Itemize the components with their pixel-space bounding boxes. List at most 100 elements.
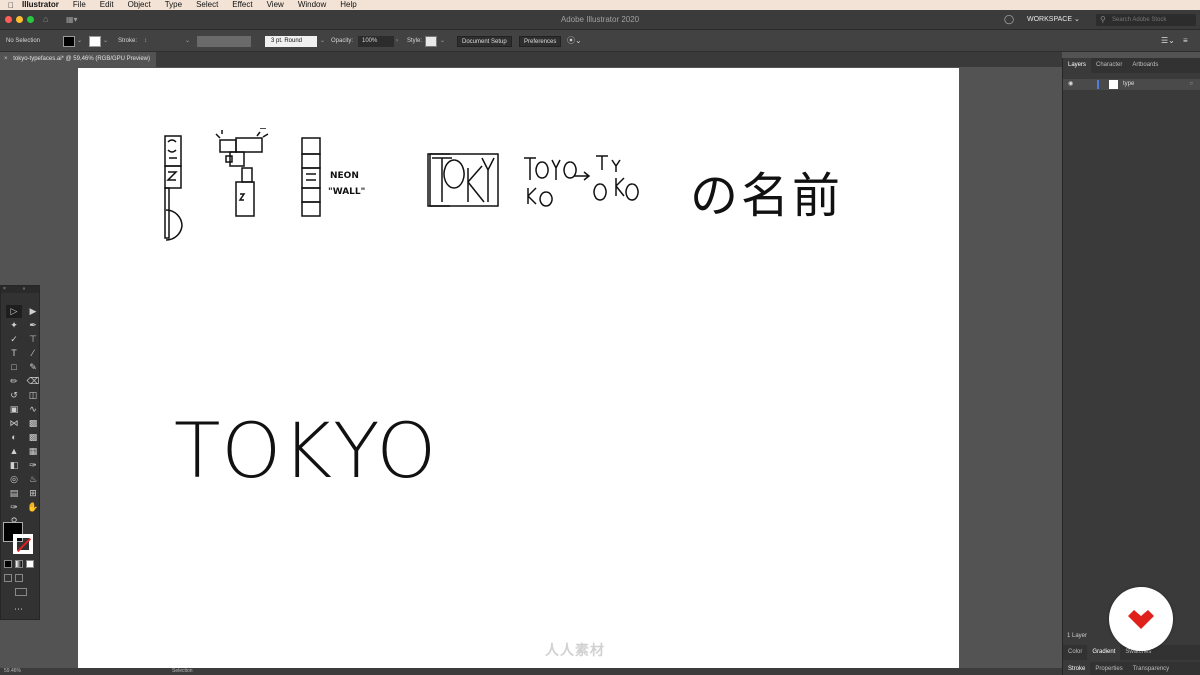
visibility-eye-icon[interactable]: ◉: [1068, 79, 1073, 90]
document-tab[interactable]: × tokyo-typefaces.ai* @ 59,46% (RGB/GPU …: [0, 52, 156, 67]
menu-select[interactable]: Select: [196, 0, 218, 10]
lightbulb-icon[interactable]: ◯: [1004, 14, 1014, 25]
pen-tool-icon[interactable]: ✒: [25, 319, 41, 332]
gradient-tool-icon[interactable]: ◧: [6, 459, 22, 472]
mesh-tool-icon[interactable]: ▦: [25, 445, 41, 458]
menu-effect[interactable]: Effect: [232, 0, 252, 10]
graph-tool-icon[interactable]: ▤: [6, 487, 22, 500]
slice-tool-icon[interactable]: ✑: [6, 501, 22, 514]
tokyo-text[interactable]: TOKYO: [174, 406, 437, 495]
type-on-path-tool-icon[interactable]: ⊤: [25, 333, 41, 346]
layer-count: 1 Layer: [1067, 633, 1088, 639]
stock-search-input[interactable]: ⚲ Search Adobe Stock: [1096, 14, 1196, 26]
symbol-sprayer-tool-icon[interactable]: ♨: [25, 473, 41, 486]
window-title: Adobe Illustrator 2020: [560, 15, 640, 24]
eraser-tool-icon[interactable]: ⌫: [25, 375, 41, 388]
menu-file[interactable]: File: [73, 0, 86, 10]
select-similar-icon[interactable]: ⦿⌄: [567, 30, 582, 52]
reflect-tool-icon[interactable]: ◫: [25, 389, 41, 402]
tab-properties[interactable]: Properties: [1090, 662, 1127, 675]
variable-width-field[interactable]: [197, 36, 251, 47]
magic-wand-tool-icon[interactable]: ✦: [6, 319, 22, 332]
draw-normal-button[interactable]: [4, 574, 12, 582]
menu-app-name[interactable]: Illustrator: [22, 0, 59, 10]
stroke-weight-dropdown-icon[interactable]: ⌄: [185, 30, 190, 52]
draw-behind-button[interactable]: [15, 574, 23, 582]
sketch-neon-label: NEON: [330, 171, 359, 181]
tab-layers[interactable]: Layers: [1063, 58, 1092, 73]
stroke-panel-tabs: Stroke Properties Transparency: [1063, 662, 1200, 675]
menu-help[interactable]: Help: [340, 0, 356, 10]
stroke-swatch[interactable]: [89, 36, 101, 47]
sketch-wall-label: "WALL": [328, 187, 365, 197]
zoom-level[interactable]: 59.46%: [4, 668, 21, 675]
scale-tool-icon[interactable]: ▣: [6, 403, 22, 416]
tab-transparency[interactable]: Transparency: [1128, 662, 1174, 675]
opacity-arrow-icon[interactable]: ›: [396, 30, 398, 52]
panel-menu-icon[interactable]: ≡: [1183, 30, 1188, 52]
stroke-color-box[interactable]: [13, 534, 33, 554]
perspective-grid-tool-icon[interactable]: ▲: [6, 445, 22, 458]
graphic-style-swatch[interactable]: [425, 36, 437, 47]
tab-gradient[interactable]: Gradient: [1087, 645, 1121, 660]
type-tool-icon[interactable]: T: [6, 347, 22, 360]
opacity-value: 100%: [362, 38, 378, 44]
line-tool-icon[interactable]: ∕: [25, 347, 41, 360]
free-transform-tool-icon[interactable]: ▩: [25, 417, 41, 430]
document-setup-button[interactable]: Document Setup: [457, 36, 512, 47]
shape-builder-tool-icon[interactable]: ◐: [6, 431, 22, 444]
menu-type[interactable]: Type: [165, 0, 182, 10]
style-dropdown-icon[interactable]: ⌄: [440, 30, 445, 52]
pencil-tool-icon[interactable]: ✏: [6, 375, 22, 388]
hand-drawn-sketches[interactable]: NEON "WALL": [160, 128, 450, 243]
selection-tool-icon[interactable]: ▷: [6, 305, 22, 318]
screen-mode-button[interactable]: [15, 588, 27, 596]
paintbrush-tool-icon[interactable]: ✎: [25, 361, 41, 374]
none-mode-button[interactable]: [26, 560, 34, 568]
tools-panel-header[interactable]: × «: [1, 286, 39, 293]
direct-selection-tool-icon[interactable]: ▶: [25, 305, 41, 318]
document-tab-bar: × tokyo-typefaces.ai* @ 59,46% (RGB/GPU …: [0, 52, 1062, 67]
menu-edit[interactable]: Edit: [100, 0, 114, 10]
rotate-tool-icon[interactable]: ↺: [6, 389, 22, 402]
menu-window[interactable]: Window: [298, 0, 326, 10]
warp-tool-icon[interactable]: ∿: [25, 403, 41, 416]
tokyo-logo-sketches[interactable]: [424, 148, 644, 218]
opacity-label: Opacity:: [331, 38, 354, 44]
layer-name[interactable]: type: [1123, 79, 1134, 90]
curvature-tool-icon[interactable]: ✓: [6, 333, 22, 346]
edit-toolbar-icon[interactable]: ⋯: [14, 604, 23, 615]
japanese-text[interactable]: の名前: [690, 156, 843, 226]
menu-object[interactable]: Object: [128, 0, 151, 10]
stroke-dropdown-icon[interactable]: ⌄: [103, 30, 108, 52]
layer-row[interactable]: ◉ type ○: [1063, 79, 1200, 90]
tab-artboards[interactable]: Artboards: [1127, 58, 1163, 73]
stroke-weight-stepper[interactable]: ↕: [144, 30, 147, 52]
tab-color[interactable]: Color: [1063, 645, 1087, 660]
current-tool-status[interactable]: Selection: [172, 668, 193, 675]
brush-definition-dropdown[interactable]: 3 pt. Round: [265, 36, 317, 47]
tab-character[interactable]: Character: [1091, 58, 1127, 73]
close-tab-icon[interactable]: ×: [4, 56, 8, 62]
eyedropper-tool-icon[interactable]: ✑: [25, 459, 41, 472]
preferences-button[interactable]: Preferences: [519, 36, 562, 47]
tab-stroke[interactable]: Stroke: [1063, 662, 1091, 675]
artboard[interactable]: NEON "WALL" の名前 TOKYO: [78, 68, 959, 668]
workspace-switcher[interactable]: WORKSPACE ⌄: [1027, 15, 1080, 23]
artboard-tool-icon[interactable]: ⊞: [25, 487, 41, 500]
layer-color-indicator: [1097, 80, 1099, 89]
apple-icon[interactable]: : [0, 1, 22, 10]
color-mode-button[interactable]: [4, 560, 12, 568]
fill-dropdown-icon[interactable]: ⌄: [77, 30, 82, 52]
width-tool-icon[interactable]: ⋈: [6, 417, 22, 430]
menu-view[interactable]: View: [267, 0, 284, 10]
gradient-mode-button[interactable]: [15, 560, 23, 568]
fill-swatch[interactable]: [63, 36, 75, 47]
layer-target-icon[interactable]: ○: [1189, 79, 1193, 90]
arrange-icon[interactable]: ☰⌄: [1161, 30, 1175, 52]
live-paint-tool-icon[interactable]: ▩: [25, 431, 41, 444]
rectangle-tool-icon[interactable]: □: [6, 361, 22, 374]
hand-tool-icon[interactable]: ✋: [25, 501, 41, 514]
brush-dropdown-icon[interactable]: ⌄: [320, 30, 325, 52]
blend-tool-icon[interactable]: ◎: [6, 473, 22, 486]
